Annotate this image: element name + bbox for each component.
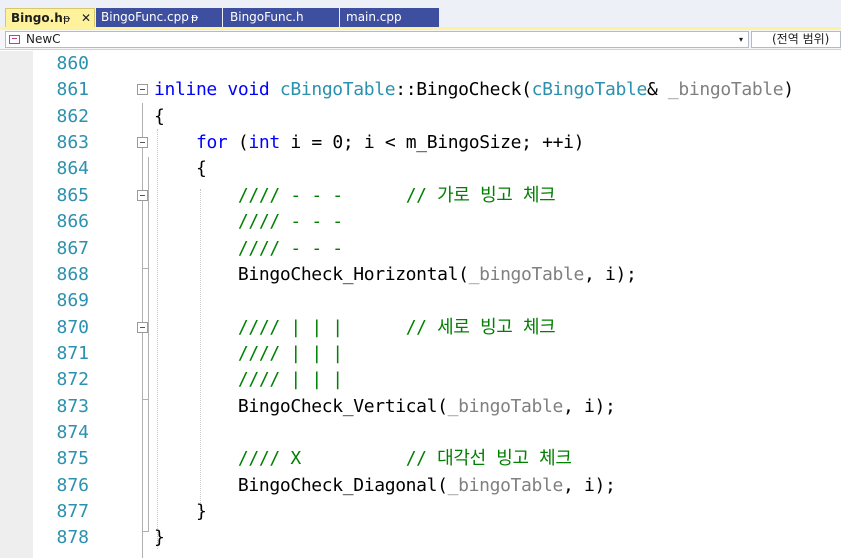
code-text: {: [154, 105, 165, 127]
line-number: 874: [56, 421, 89, 443]
line-number: 864: [56, 158, 89, 180]
pin-icon[interactable]: ᵽ: [63, 9, 70, 28]
code-line[interactable]: 874: [0, 420, 841, 446]
line-number: 869: [56, 290, 89, 312]
code-text: BingoCheck_Vertical(_bingoTable, i);: [154, 395, 616, 417]
code-line[interactable]: 866 //// - - -: [0, 209, 841, 235]
line-number: 870: [56, 316, 89, 338]
code-text: //// | | | // 세로 빙고 체크: [237, 316, 556, 338]
code-line[interactable]: 860: [0, 51, 841, 77]
line-number: 861: [56, 79, 89, 101]
global-scope-label: (전역 범위): [772, 32, 830, 46]
code-text: //// | | |: [237, 369, 343, 391]
tab-main-cpp[interactable]: main.cpp: [340, 8, 439, 28]
chevron-down-icon[interactable]: ▾: [735, 32, 747, 47]
class-icon: [9, 35, 20, 44]
line-number: 866: [56, 211, 89, 233]
code-line[interactable]: 878 }: [0, 525, 841, 551]
code-text: inline void cBingoTable::BingoCheck(cBin…: [154, 79, 794, 101]
code-line[interactable]: 872 //// | | |: [0, 367, 841, 393]
collapse-toggle[interactable]: [137, 84, 148, 96]
line-number: 871: [56, 342, 89, 364]
line-number: 877: [56, 501, 89, 522]
code-text: //// - - -: [237, 211, 343, 233]
code-text: BingoCheck_Diagonal(_bingoTable, i);: [154, 474, 616, 496]
close-icon[interactable]: ✕: [81, 9, 91, 28]
code-line[interactable]: 862 {: [0, 104, 841, 130]
scope-label: NewC: [26, 32, 61, 46]
line-number: 860: [56, 53, 89, 74]
code-line[interactable]: 877 }: [0, 499, 841, 525]
tab-label: main.cpp: [346, 10, 402, 24]
document-tab-strip: Bingo.h ᵽ ✕ BingoFunc.cpp ᵽ BingoFunc.h …: [0, 0, 841, 28]
code-line[interactable]: 873 BingoCheck_Vertical(_bingoTable, i);: [0, 394, 841, 420]
code-line[interactable]: 869: [0, 288, 841, 314]
code-line[interactable]: 870 //// | | | // 세로 빙고 체크: [0, 315, 841, 341]
line-number: 875: [56, 448, 89, 470]
line-number: 868: [56, 263, 89, 285]
code-text: BingoCheck_Horizontal(_bingoTable, i);: [154, 263, 637, 285]
code-text: {: [154, 158, 207, 180]
collapse-toggle[interactable]: [137, 321, 148, 333]
code-text: //// - - -: [237, 237, 343, 259]
code-text: }: [154, 527, 165, 549]
code-text: //// X // 대각선 빙고 체크: [237, 448, 572, 470]
code-text: for (int i = 0; i < m_BingoSize; ++i): [195, 132, 585, 154]
line-number: 876: [56, 474, 89, 496]
tab-label: Bingo.h: [11, 11, 63, 25]
code-line[interactable]: 871 //// | | |: [0, 341, 841, 367]
line-number: 865: [56, 184, 89, 206]
line-number: 863: [56, 132, 89, 154]
tab-label: BingoFunc.cpp: [101, 10, 189, 24]
navigation-bar: NewC ▾ (전역 범위): [0, 30, 841, 50]
tab-bingofunc-h[interactable]: BingoFunc.h: [223, 8, 339, 28]
line-number: 867: [56, 237, 89, 259]
code-line[interactable]: 861 inline void cBingoTable::BingoCheck(…: [0, 77, 841, 103]
code-text: }: [154, 501, 207, 522]
code-line[interactable]: 868 BingoCheck_Horizontal(_bingoTable, i…: [0, 262, 841, 288]
scope-dropdown[interactable]: NewC ▾: [5, 31, 749, 48]
line-number: 873: [56, 395, 89, 417]
code-line[interactable]: 876 BingoCheck_Diagonal(_bingoTable, i);: [0, 473, 841, 499]
collapse-toggle[interactable]: [137, 189, 148, 201]
code-line[interactable]: 875 //// X // 대각선 빙고 체크: [0, 446, 841, 472]
line-number: 878: [56, 527, 89, 549]
tab-label: BingoFunc.h: [230, 10, 304, 24]
tab-bingo-h[interactable]: Bingo.h ᵽ ✕: [5, 8, 95, 28]
pin-icon[interactable]: ᵽ: [191, 8, 198, 27]
line-number: 862: [56, 105, 89, 127]
tab-bingofunc-cpp[interactable]: BingoFunc.cpp ᵽ: [96, 8, 222, 28]
code-line[interactable]: 864 {: [0, 156, 841, 182]
code-line[interactable]: 867 //// - - -: [0, 236, 841, 262]
collapse-toggle[interactable]: [137, 137, 148, 149]
code-line[interactable]: 863 for (int i = 0; i < m_BingoSize; ++i…: [0, 130, 841, 156]
code-text: //// | | |: [237, 342, 343, 364]
global-scope-dropdown[interactable]: (전역 범위): [751, 31, 841, 48]
code-line[interactable]: 865 //// - - - // 가로 빙고 체크: [0, 183, 841, 209]
code-editor[interactable]: 860 861 inline void cBingoTable::BingoCh…: [0, 51, 841, 558]
line-number: 872: [56, 369, 89, 391]
code-text: //// - - - // 가로 빙고 체크: [237, 184, 556, 206]
